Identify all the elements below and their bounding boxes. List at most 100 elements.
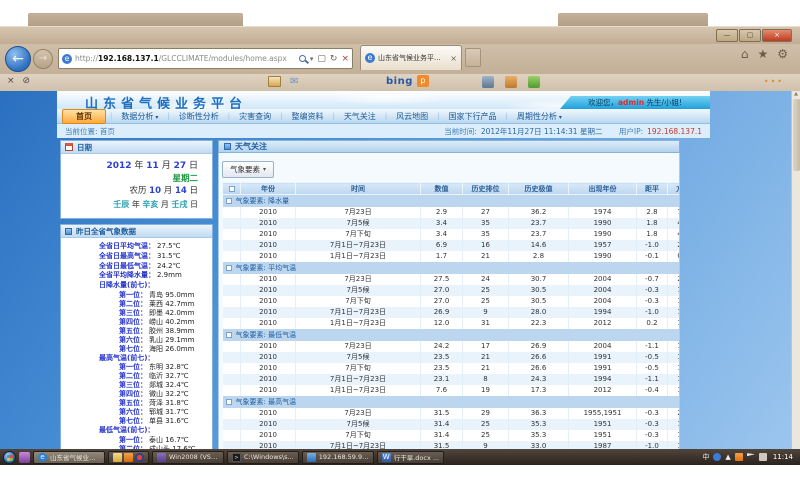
- table-cell: 7月5候: [296, 352, 421, 363]
- search-icon[interactable]: [299, 55, 306, 62]
- table-cell: 7月1日~7月23日: [296, 240, 421, 251]
- action-center-flag-icon[interactable]: [747, 453, 755, 461]
- table-cell: -0.3: [637, 419, 668, 430]
- more-options-dots-icon[interactable]: •••: [764, 77, 784, 86]
- taskbar-window-ie[interactable]: e山东省气候业务平...: [33, 451, 105, 464]
- table-cell: 2004: [569, 341, 637, 352]
- table-cell: 17: [463, 341, 509, 352]
- table-cell: 1.9: [668, 430, 681, 441]
- tab-close-icon[interactable]: ×: [450, 54, 457, 63]
- minimize-button[interactable]: —: [716, 29, 738, 42]
- taskbar-window-vs[interactable]: Win2008 (VS2...: [152, 451, 224, 464]
- nav-item-2[interactable]: 数据分析▾: [112, 111, 167, 122]
- checkbox-icon[interactable]: [229, 186, 235, 192]
- taskbar-window-remote[interactable]: 192.168.59.99...: [302, 451, 374, 464]
- table-cell: 1.6: [668, 296, 681, 307]
- start-button[interactable]: [3, 451, 16, 464]
- row-checkbox-cell: [223, 251, 241, 262]
- rank-section-title: 最低气温(前七)：: [99, 426, 210, 436]
- stat-value: 2.9mm: [157, 271, 182, 281]
- back-button[interactable]: ←: [5, 46, 31, 72]
- table-cell: -1.1: [637, 374, 668, 385]
- table-cell: 2010: [241, 408, 296, 419]
- element-filter-button[interactable]: 气象要素 ▾: [222, 161, 274, 178]
- table-row: 20107月1日~7月23日6.91614.61957-1.02.3: [223, 240, 681, 251]
- compatibility-icon[interactable]: ▢: [317, 54, 326, 64]
- favorites-star-icon[interactable]: ★: [757, 47, 768, 61]
- maximize-button[interactable]: ▢: [739, 29, 761, 42]
- folder-icon[interactable]: [113, 453, 122, 462]
- solar-date: 2012 年 11 月 27 日: [67, 159, 198, 173]
- forward-button[interactable]: →: [33, 49, 53, 69]
- person-addon-icon[interactable]: [505, 76, 517, 88]
- ime-indicator[interactable]: 中: [702, 452, 709, 462]
- table-cell: 35: [463, 218, 509, 229]
- taskbar-window-cmd[interactable]: >C:\Windows\s...: [227, 451, 299, 464]
- address-bar[interactable]: e http://192.168.137.1/GLCCLIMATE/module…: [58, 48, 353, 69]
- nav-item-3[interactable]: 诊断性分析: [170, 111, 228, 122]
- checkbox-icon[interactable]: [226, 198, 232, 204]
- settings-gear-icon[interactable]: ⚙: [777, 47, 788, 61]
- nav-item-6[interactable]: 天气关注: [335, 111, 385, 122]
- search-dropdown-icon[interactable]: ▾: [310, 55, 314, 63]
- table-cell: 25: [463, 285, 509, 296]
- session-status: 当前时间:2012年11月27日 11:14:31 星期二 用户IP:192.1…: [440, 126, 702, 137]
- network-globe-icon[interactable]: [713, 453, 721, 461]
- checkbox-icon[interactable]: [226, 265, 232, 271]
- close-toolbar-icon[interactable]: ×: [7, 76, 15, 86]
- rank-value: 海阳 26.0mm: [149, 345, 194, 354]
- nav-item-5[interactable]: 整编资料: [282, 111, 332, 122]
- new-tab-button[interactable]: [465, 48, 481, 67]
- pinned-app-icon[interactable]: [19, 452, 30, 463]
- close-button[interactable]: ×: [762, 29, 792, 42]
- stop-icon[interactable]: ×: [341, 54, 349, 64]
- show-hidden-icons[interactable]: ▲: [725, 453, 730, 461]
- blocked-icon[interactable]: ⊘: [23, 76, 31, 86]
- bing-p-icon[interactable]: p: [417, 75, 429, 87]
- table-cell: 21: [463, 363, 509, 374]
- nav-item-7[interactable]: 风云地图: [387, 111, 437, 122]
- home-icon[interactable]: ⌂: [741, 47, 749, 61]
- nav-item-4[interactable]: 灾害查询: [230, 111, 280, 122]
- table-cell: 1.8: [637, 218, 668, 229]
- url-text[interactable]: http://192.168.137.1/GLCCLIMATE/modules/…: [75, 54, 296, 63]
- main-nav: 首页|数据分析▾|诊断性分析|灾害查询|整编资料|天气关注|风云地图|国家下行产…: [57, 109, 710, 124]
- checkbox-icon[interactable]: [226, 332, 232, 338]
- table-cell: 30.7: [509, 274, 569, 285]
- table-cell: 1951: [569, 419, 637, 430]
- table-cell: 7月下旬: [296, 296, 421, 307]
- antivirus-icon[interactable]: [735, 453, 743, 461]
- table-cell: 1月1日~7月23日: [296, 385, 421, 396]
- camera-addon-icon[interactable]: [482, 76, 494, 88]
- taskbar-window-group[interactable]: [108, 451, 149, 464]
- rank-value: 泰山 16.7℃: [149, 436, 189, 445]
- mail-icon[interactable]: ✉: [290, 76, 298, 87]
- refresh-icon[interactable]: ↻: [330, 54, 338, 64]
- calendar-icon: [65, 143, 73, 151]
- browser-scrollbar[interactable]: ▲: [791, 91, 800, 464]
- nav-item-8[interactable]: 国家下行产品: [440, 111, 506, 122]
- network-icon[interactable]: [759, 453, 767, 461]
- nav-item-1[interactable]: 首页: [62, 109, 106, 124]
- app-icon[interactable]: [124, 453, 133, 462]
- nav-item-9[interactable]: 周期性分析▾: [508, 111, 571, 122]
- taskbar-window-word[interactable]: W行干旱.docx ...: [377, 451, 444, 464]
- green-addon-icon[interactable]: [528, 76, 540, 88]
- column-header: 数值: [421, 183, 463, 195]
- checkbox-icon[interactable]: [226, 399, 232, 405]
- scroll-up-icon[interactable]: ▲: [794, 91, 798, 97]
- table-cell: 2.3: [668, 240, 681, 251]
- table-cell: 2010: [241, 341, 296, 352]
- table-cell: 31: [463, 318, 509, 329]
- bing-logo[interactable]: bing: [386, 76, 413, 87]
- rank-label: 第二位：: [119, 300, 147, 309]
- taskbar-clock[interactable]: 11:14: [773, 453, 793, 461]
- scrollbar-thumb[interactable]: [793, 99, 800, 171]
- table-cell: 2010: [241, 352, 296, 363]
- weather-stats: 全省日平均气温：27.5℃全省日最高气温：31.5℃全省日最低气温：24.2℃全…: [63, 242, 210, 281]
- time-label: 当前时间:: [444, 127, 477, 136]
- media-player-icon[interactable]: [135, 453, 144, 462]
- table-cell: 35.3: [509, 430, 569, 441]
- card-addon-icon[interactable]: [268, 76, 281, 87]
- browser-tab[interactable]: e 山东省气候业务平... ×: [360, 45, 462, 70]
